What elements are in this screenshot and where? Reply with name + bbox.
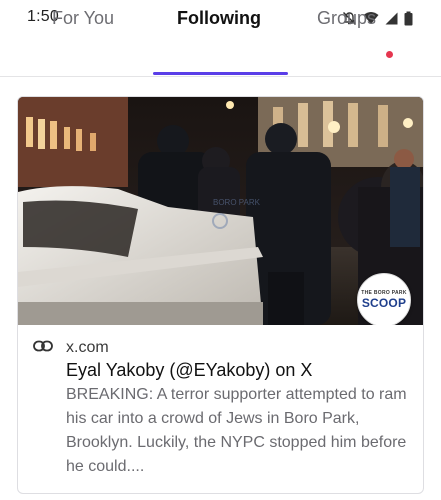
tab-for-you[interactable]: For You bbox=[52, 8, 114, 29]
link-domain: x.com bbox=[66, 339, 109, 356]
boro-park-scoop-logo: THE BORO PARK SCOOP bbox=[357, 273, 411, 325]
groups-notification-dot bbox=[386, 51, 393, 58]
link-preview-card[interactable]: BORO PARK THE BORO PARK SCOOP x.com Eyal… bbox=[17, 96, 424, 494]
image-watermark-text: BORO PARK bbox=[213, 198, 261, 207]
signal-icon bbox=[385, 12, 398, 25]
active-tab-indicator bbox=[153, 72, 288, 75]
link-icon bbox=[33, 339, 53, 357]
link-preview-image[interactable]: BORO PARK THE BORO PARK SCOOP bbox=[18, 97, 423, 325]
tab-following[interactable]: Following bbox=[177, 8, 261, 29]
link-domain-row: x.com bbox=[33, 337, 109, 359]
feed-tabs bbox=[0, 36, 441, 77]
battery-icon bbox=[404, 11, 413, 26]
link-title[interactable]: Eyal Yakoby (@EYakoby) on X bbox=[66, 359, 411, 381]
link-description: BREAKING: A terror supporter attempted t… bbox=[66, 386, 407, 475]
tab-groups[interactable]: Groups bbox=[317, 8, 376, 29]
